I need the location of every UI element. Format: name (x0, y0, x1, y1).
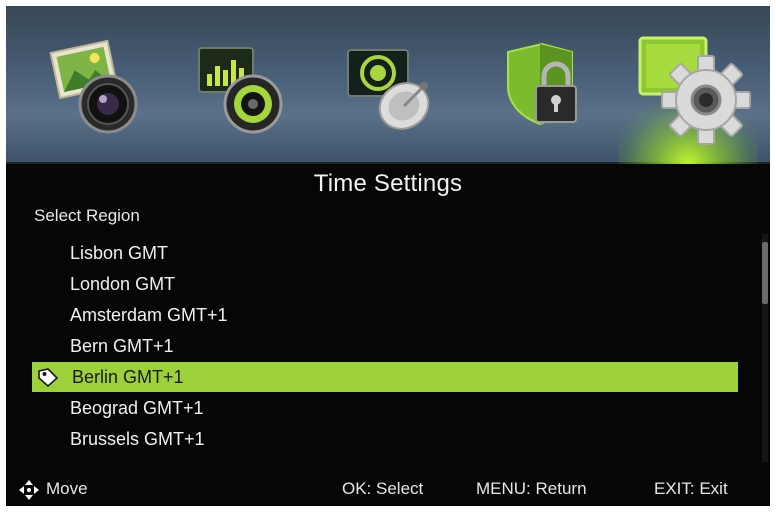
menu-tab-bar (6, 6, 770, 164)
region-item-amsterdam[interactable]: Amsterdam GMT+1 (32, 300, 738, 330)
region-item-lisbon[interactable]: Lisbon GMT (32, 238, 738, 268)
tab-lock[interactable] (494, 34, 604, 144)
help-bar: Move OK: Select MENU: Return EXIT: Exit (6, 472, 770, 506)
audio-speaker-icon (198, 47, 283, 134)
tab-settings[interactable] (634, 26, 764, 156)
region-item-brussels[interactable]: Brussels GMT+1 (32, 424, 738, 454)
help-exit: EXIT: Exit (654, 479, 728, 498)
region-item-label: Berlin GMT+1 (72, 367, 184, 387)
region-item-label: Brussels GMT+1 (70, 429, 205, 449)
tab-audio[interactable] (191, 34, 301, 144)
region-item-label: Beograd GMT+1 (70, 398, 204, 418)
list-scrollbar[interactable] (762, 234, 768, 462)
settings-gear-icon (638, 36, 751, 145)
region-item-label: Amsterdam GMT+1 (70, 305, 228, 325)
tab-channel[interactable] (344, 34, 454, 144)
tv-menu-screen: Time Settings Select Region Lisbon GMT L… (6, 6, 770, 506)
region-item-beograd[interactable]: Beograd GMT+1 (32, 393, 738, 423)
region-item-berlin[interactable]: Berlin GMT+1 (32, 362, 738, 392)
help-menu: MENU: Return (476, 479, 587, 498)
region-item-london[interactable]: London GMT (32, 269, 738, 299)
help-ok: OK: Select (342, 479, 424, 498)
region-item-bern[interactable]: Bern GMT+1 (32, 331, 738, 361)
selected-tag-icon (38, 368, 59, 387)
satellite-dish-icon (347, 49, 430, 130)
page-title: Time Settings (313, 170, 463, 197)
help-move: Move (46, 479, 88, 498)
move-arrows-icon (19, 480, 39, 500)
tab-picture[interactable] (46, 34, 156, 144)
region-item-label: Bern GMT+1 (70, 336, 174, 356)
region-item-label: Lisbon GMT (70, 243, 169, 263)
picture-camera-icon (49, 39, 138, 134)
section-label: Select Region (34, 206, 140, 225)
lock-shield-icon (507, 42, 577, 126)
region-item-label: London GMT (70, 274, 176, 294)
scrollbar-thumb[interactable] (762, 242, 768, 304)
